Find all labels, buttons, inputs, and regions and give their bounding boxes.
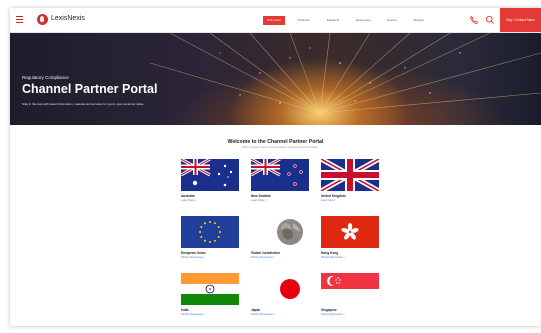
main-nav: Why Lexis Products Solutions Resources E… [263,16,428,25]
light-rays-graphic [149,33,541,114]
country-card-global[interactable]: Global Jurisdiction Partner Resources > [251,216,311,259]
country-name: Singapore [321,308,337,312]
australia-flag-icon[interactable] [181,159,239,191]
country-name: European Union [181,251,206,255]
country-card-india[interactable]: India Partner Resources > [181,273,241,316]
country-link[interactable]: Partner Resources > [251,256,311,259]
country-name: Australia [181,194,195,198]
globe-icon[interactable] [251,216,309,248]
india-flag-icon[interactable] [181,273,239,305]
nav-item-why-lexis[interactable]: Why Lexis [263,16,285,25]
country-card-singapore[interactable]: Singapore Partner Resources > [321,273,381,316]
nav-item-events[interactable]: Events [383,16,400,25]
country-link[interactable]: Partner Resources > [181,256,241,259]
country-name: United Kingdom [321,194,346,198]
country-name: Global Jurisdiction [251,251,280,255]
country-name: Hong Kong [321,251,339,255]
country-link[interactable]: Partner Resources > [181,313,241,316]
country-link[interactable]: Partner Resources > [251,313,311,316]
country-name: New Zealand [251,194,271,198]
hong-kong-flag-icon[interactable] [321,216,379,248]
country-link[interactable]: Partner Resources > [321,256,381,259]
nav-item-support[interactable]: Support [410,16,429,25]
japan-flag-icon[interactable] [251,273,309,305]
search-icon[interactable] [485,15,495,25]
logo-icon[interactable] [37,14,48,25]
country-card-australia[interactable]: Australia Learn More > [181,159,241,202]
section-subtitle: Select a region below to access partner … [241,146,319,149]
hero-banner: Regulatory Compliance Channel Partner Po… [10,33,541,125]
country-name: India [181,308,189,312]
country-link[interactable]: Learn More > [321,199,381,202]
country-card-european-union[interactable]: European Union Partner Resources > [181,216,241,259]
site-header: LexisNexis Why Lexis Products Solutions … [10,8,541,33]
uk-flag-icon[interactable] [321,159,379,191]
browser-page: LexisNexis Why Lexis Products Solutions … [10,8,541,326]
country-name: Japan [251,308,261,312]
eu-flag-icon[interactable] [181,216,239,248]
hamburger-menu-icon[interactable] [16,16,23,23]
country-card-united-kingdom[interactable]: United Kingdom Learn More > [321,159,381,202]
contact-sales-button[interactable]: Buy / Contact Sales [500,8,541,32]
nav-item-resources[interactable]: Resources [352,16,374,25]
section-title: Welcome to the Channel Partner Portal [227,139,324,145]
nav-item-products[interactable]: Products [294,16,314,25]
hero-eyebrow: Regulatory Compliance [22,75,69,80]
phone-icon[interactable] [469,15,479,25]
country-card-hong-kong[interactable]: Hong Kong Partner Resources > [321,216,381,259]
singapore-flag-icon[interactable] [321,273,379,305]
page-title: Channel Partner Portal [22,82,158,96]
country-card-japan[interactable]: Japan Partner Resources > [251,273,311,316]
country-link[interactable]: Learn More > [251,199,311,202]
new-zealand-flag-icon[interactable] [251,159,309,191]
nav-item-solutions[interactable]: Solutions [323,16,343,25]
logo-text[interactable]: LexisNexis [51,15,85,22]
hero-description: Stay in the loop with latest information… [22,102,144,106]
country-link[interactable]: Learn More > [181,199,241,202]
country-link[interactable]: Partner Resources > [321,313,381,316]
country-card-new-zealand[interactable]: New Zealand Learn More > [251,159,311,202]
